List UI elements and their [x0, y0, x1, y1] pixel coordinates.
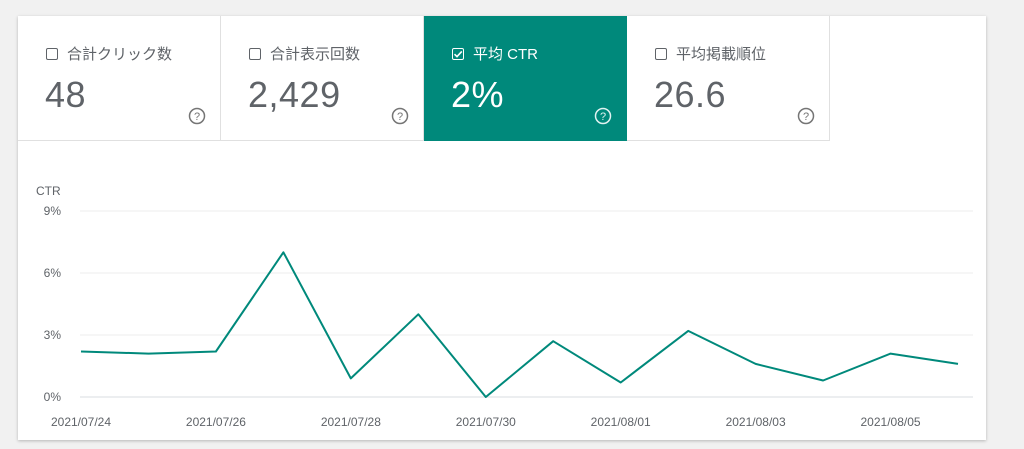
performance-card: 合計クリック数 48 ? 合計表示回数 2,429 ? 平均 CTR 2% ? …: [18, 16, 986, 440]
x-tick-label: 2021/08/01: [591, 415, 651, 429]
help-icon[interactable]: ?: [188, 107, 206, 125]
metric-average-ctr[interactable]: 平均 CTR 2% ?: [424, 16, 627, 141]
data-point[interactable]: [952, 358, 964, 370]
metric-tabs: 合計クリック数 48 ? 合計表示回数 2,429 ? 平均 CTR 2% ? …: [18, 16, 830, 141]
ctr-chart: 0% 3% 6% 9% 2021/07/24 2021/07/26 2021/07/28 20…: [18, 141, 986, 440]
data-point[interactable]: [412, 308, 424, 320]
line-chart: 0% 3% 6% 9% 2021/07/24 2021/07/26 2021/07/28 20…: [36, 184, 973, 429]
metric-label: 合計表示回数: [270, 46, 361, 63]
svg-text:?: ?: [600, 111, 606, 123]
x-tick-label: 2021/07/26: [186, 415, 246, 429]
metric-value: 2%: [451, 74, 505, 115]
x-tick-label: 2021/08/05: [861, 415, 921, 429]
metric-label: 平均 CTR: [473, 46, 538, 63]
y-tick-label: 0%: [44, 390, 62, 404]
data-point[interactable]: [277, 246, 289, 258]
help-icon[interactable]: ?: [391, 107, 409, 125]
x-tick-label: 2021/07/28: [321, 415, 381, 429]
svg-text:?: ?: [803, 111, 809, 123]
x-tick-label: 2021/07/24: [51, 415, 111, 429]
metric-label: 合計クリック数: [67, 46, 173, 63]
series-line: [80, 251, 959, 398]
metric-total-clicks[interactable]: 合計クリック数 48 ?: [18, 16, 221, 141]
data-point[interactable]: [345, 372, 357, 384]
y-tick-label: 3%: [44, 328, 62, 342]
x-tick-label: 2021/07/30: [456, 415, 516, 429]
data-point[interactable]: [480, 391, 492, 403]
metric-value: 2,429: [248, 74, 341, 115]
data-point[interactable]: [885, 348, 897, 360]
help-icon[interactable]: ?: [594, 107, 612, 125]
metric-label: 平均掲載順位: [676, 46, 767, 63]
y-tick-label: 6%: [44, 266, 62, 280]
metric-value: 48: [45, 74, 87, 115]
metric-value: 26.6: [654, 74, 727, 115]
y-axis-label: CTR: [36, 184, 61, 198]
metric-average-position[interactable]: 平均掲載順位 26.6 ?: [627, 16, 830, 141]
data-point[interactable]: [615, 377, 627, 389]
data-point[interactable]: [142, 348, 154, 360]
data-point[interactable]: [210, 346, 222, 358]
data-point[interactable]: [75, 346, 87, 358]
checkbox-icon[interactable]: [655, 47, 667, 60]
checkbox-checked-icon[interactable]: [452, 47, 464, 60]
svg-text:?: ?: [194, 111, 200, 123]
checkbox-icon[interactable]: [46, 47, 58, 60]
data-point[interactable]: [750, 358, 762, 370]
y-tick-label: 9%: [44, 204, 62, 218]
x-tick-label: 2021/08/03: [726, 415, 786, 429]
metric-total-impressions[interactable]: 合計表示回数 2,429 ?: [221, 16, 424, 141]
svg-text:?: ?: [397, 111, 403, 123]
data-point[interactable]: [682, 325, 694, 337]
data-point[interactable]: [817, 374, 829, 386]
data-point[interactable]: [547, 335, 559, 347]
help-icon[interactable]: ?: [797, 107, 815, 125]
checkbox-icon[interactable]: [249, 47, 261, 60]
